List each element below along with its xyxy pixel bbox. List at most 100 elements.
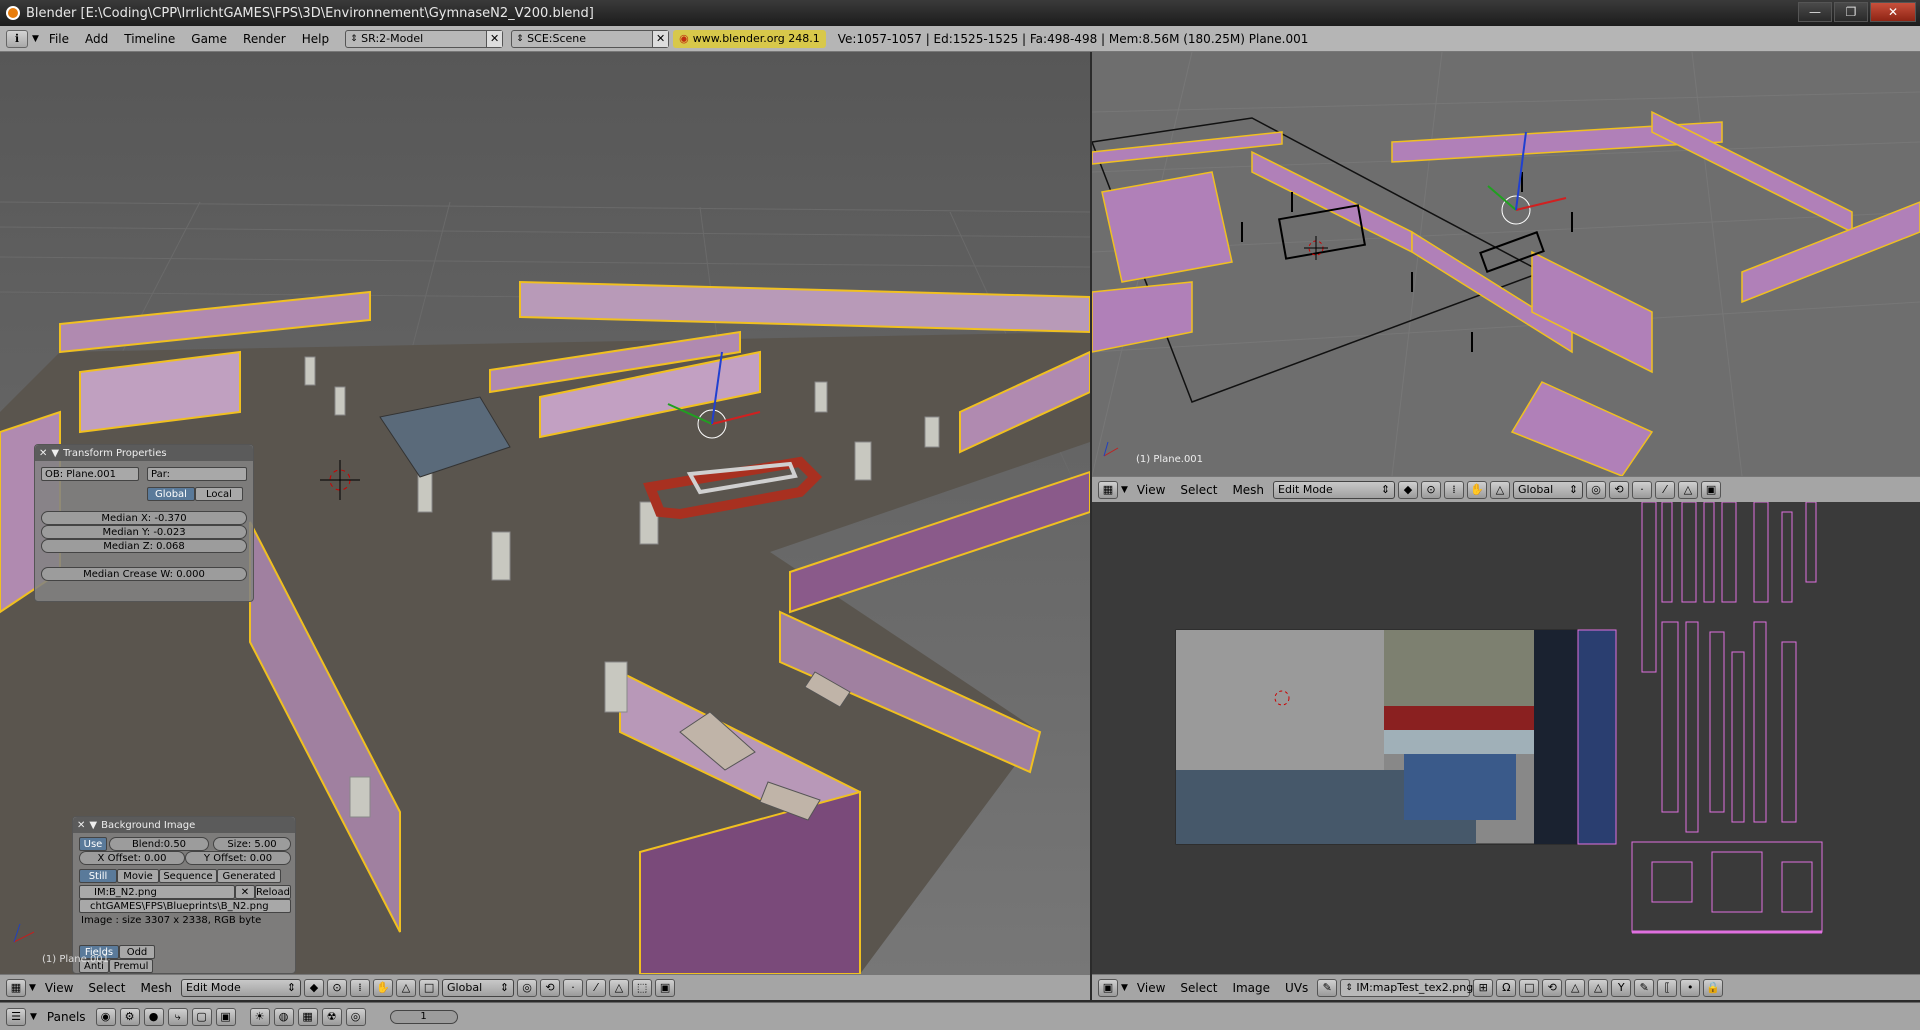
delete-scene-icon[interactable]: ✕ <box>652 30 669 47</box>
uv-image-editor[interactable] <box>1092 502 1920 974</box>
left-3d-viewport[interactable]: ✕ ▼ Transform Properties OB: Plane.001 Par… <box>0 52 1090 974</box>
odd-toggle[interactable]: Odd <box>119 945 155 959</box>
proportional-icon[interactable]: ◎ <box>517 978 538 997</box>
image-path-field[interactable]: chtGAMES\FPS\Blueprints\B_N2.png <box>79 899 291 913</box>
vertex-select-icon[interactable]: ⁞ <box>350 978 371 997</box>
buttons-editor-type-icon[interactable]: ☰ <box>6 1007 26 1026</box>
movie-toggle[interactable]: Movie <box>117 869 159 883</box>
uv-editor-type-icon[interactable]: ▣ <box>1098 978 1118 997</box>
world-icon[interactable]: ◎ <box>345 1007 366 1026</box>
shading-icon[interactable]: ● <box>143 1007 164 1026</box>
rt-menu-mesh[interactable]: Mesh <box>1226 483 1270 497</box>
uv-snap-icon[interactable]: ⟲ <box>1542 978 1563 997</box>
snap-icon[interactable]: ⟲ <box>540 978 561 997</box>
median-z-field[interactable]: Median Z: 0.068 <box>41 539 247 553</box>
premul-toggle[interactable]: Premul <box>109 959 153 973</box>
vertex-mode-icon[interactable]: · <box>563 978 584 997</box>
rt-vertex-mode-icon[interactable]: · <box>1632 480 1653 499</box>
rt-draw-type-icon[interactable]: ◆ <box>1398 480 1419 499</box>
close-button[interactable]: ✕ <box>1870 2 1916 22</box>
material-icon[interactable]: ◍ <box>273 1007 294 1026</box>
rt-edge-mode-icon[interactable]: ⁄ <box>1655 480 1676 499</box>
buttons-collapse-icon[interactable]: ▼ <box>30 1012 37 1022</box>
median-crease-field[interactable]: Median Crease W: 0.000 <box>41 567 247 581</box>
rt-editor-type-icon[interactable]: ▦ <box>1098 480 1118 499</box>
uv-face-icon[interactable]: △ <box>1588 978 1609 997</box>
uv-menu-image[interactable]: Image <box>1226 981 1276 995</box>
uv-vert-icon[interactable]: △ <box>1565 978 1586 997</box>
rt-rotate-icon[interactable]: △ <box>1490 480 1511 499</box>
transform-properties-panel[interactable]: ✕ ▼ Transform Properties OB: Plane.001 Par… <box>34 444 254 602</box>
scale-icon[interactable]: □ <box>419 978 440 997</box>
face-mode-icon[interactable]: △ <box>609 978 630 997</box>
rt-menu-select[interactable]: Select <box>1174 483 1223 497</box>
uv-dot-icon[interactable]: • <box>1680 978 1701 997</box>
uv-grab-icon[interactable]: ⟦ <box>1657 978 1678 997</box>
left-menu-mesh[interactable]: Mesh <box>134 981 178 995</box>
mode-selector[interactable]: Edit Mode ⇕ <box>181 978 302 997</box>
rt-pivot-icon[interactable]: ⊙ <box>1421 480 1442 499</box>
panel-close-icon[interactable]: ✕ <box>39 448 47 459</box>
uv-lock-icon[interactable]: 🔒 <box>1703 978 1724 997</box>
rt-proportional-icon[interactable]: ◎ <box>1586 480 1607 499</box>
rt-hand-icon[interactable]: ✋ <box>1467 480 1488 499</box>
image-name-field[interactable]: IM:B_N2.png <box>79 885 235 899</box>
menu-add[interactable]: Add <box>79 32 114 46</box>
use-toggle[interactable]: Use <box>79 837 107 851</box>
uv-image-selector[interactable]: ⇕ IM:mapTest_tex2.png ✕ <box>1340 978 1484 997</box>
rt-orientation-selector[interactable]: Global ⇕ <box>1513 480 1584 499</box>
uv-island-icon[interactable]: Y <box>1611 978 1632 997</box>
scene-selector[interactable]: ⇕ SCE:Scene ✕ <box>511 29 670 48</box>
menu-help[interactable]: Help <box>296 32 335 46</box>
delete-screen-icon[interactable]: ✕ <box>486 30 503 47</box>
bg-panel-collapse-icon[interactable]: ▼ <box>89 820 97 831</box>
edge-mode-icon[interactable]: ⁄ <box>586 978 607 997</box>
collapse-arrow-icon[interactable]: ▼ <box>32 34 39 44</box>
median-x-field[interactable]: Median X: -0.370 <box>41 511 247 525</box>
frame-field[interactable]: 1 <box>389 1009 458 1024</box>
rt-face-mode-icon[interactable]: △ <box>1678 480 1699 499</box>
object-name-field[interactable]: OB: Plane.001 <box>41 467 139 481</box>
pivot-icon[interactable]: ⊙ <box>327 978 348 997</box>
maximize-button[interactable]: ❐ <box>1834 2 1868 22</box>
panels-menu[interactable]: Panels <box>41 1010 92 1024</box>
occlude-icon[interactable]: ⬚ <box>632 978 653 997</box>
y-offset-field[interactable]: Y Offset: 0.00 <box>185 851 291 865</box>
info-window-type-icon[interactable]: ℹ <box>6 29 28 48</box>
menu-game[interactable]: Game <box>185 32 233 46</box>
object-icon[interactable]: ⤷ <box>167 1007 188 1026</box>
size-field[interactable]: Size: 5.00 <box>213 837 291 851</box>
uv-pack-icon[interactable]: ⊞ <box>1473 978 1494 997</box>
draw-type-icon[interactable]: ◆ <box>304 978 325 997</box>
uv-select-mode-icon[interactable]: □ <box>1519 978 1540 997</box>
radio-icon[interactable]: ☢ <box>321 1007 342 1026</box>
uv-menu-view[interactable]: View <box>1131 981 1171 995</box>
rt-render-icon[interactable]: ▣ <box>1701 480 1722 499</box>
left-menu-select[interactable]: Select <box>82 981 131 995</box>
rt-menu-view[interactable]: View <box>1131 483 1171 497</box>
rt-snap-icon[interactable]: ⟲ <box>1609 480 1630 499</box>
hand-grab-icon[interactable]: ✋ <box>373 978 394 997</box>
image-x-icon[interactable]: ✕ <box>235 885 255 899</box>
logic-icon[interactable]: ◉ <box>95 1007 116 1026</box>
editor-type-icon[interactable]: ▦ <box>6 978 26 997</box>
x-offset-field[interactable]: X Offset: 0.00 <box>79 851 185 865</box>
render-icon[interactable]: ▣ <box>655 978 676 997</box>
uv-menu-uvs[interactable]: UVs <box>1279 981 1314 995</box>
scene-icon[interactable]: ▣ <box>215 1007 236 1026</box>
bg-panel-close-icon[interactable]: ✕ <box>77 820 85 831</box>
left-menu-view[interactable]: View <box>39 981 79 995</box>
sequence-toggle[interactable]: Sequence <box>159 869 217 883</box>
generated-toggle[interactable]: Generated <box>217 869 281 883</box>
parent-field[interactable]: Par: <box>147 467 247 481</box>
menu-file[interactable]: File <box>43 32 75 46</box>
script-icon[interactable]: ⚙ <box>119 1007 140 1026</box>
rt-layers-icon[interactable]: ⁞ <box>1444 480 1465 499</box>
reload-button[interactable]: Reload <box>255 885 291 899</box>
right-3d-viewport[interactable]: (1) Plane.001 <box>1092 52 1920 476</box>
uv-collapse-icon[interactable]: ▼ <box>1121 983 1128 993</box>
uv-menu-select[interactable]: Select <box>1174 981 1223 995</box>
global-toggle[interactable]: Global <box>147 487 195 501</box>
editing-icon[interactable]: ▢ <box>191 1007 212 1026</box>
still-toggle[interactable]: Still <box>79 869 117 883</box>
